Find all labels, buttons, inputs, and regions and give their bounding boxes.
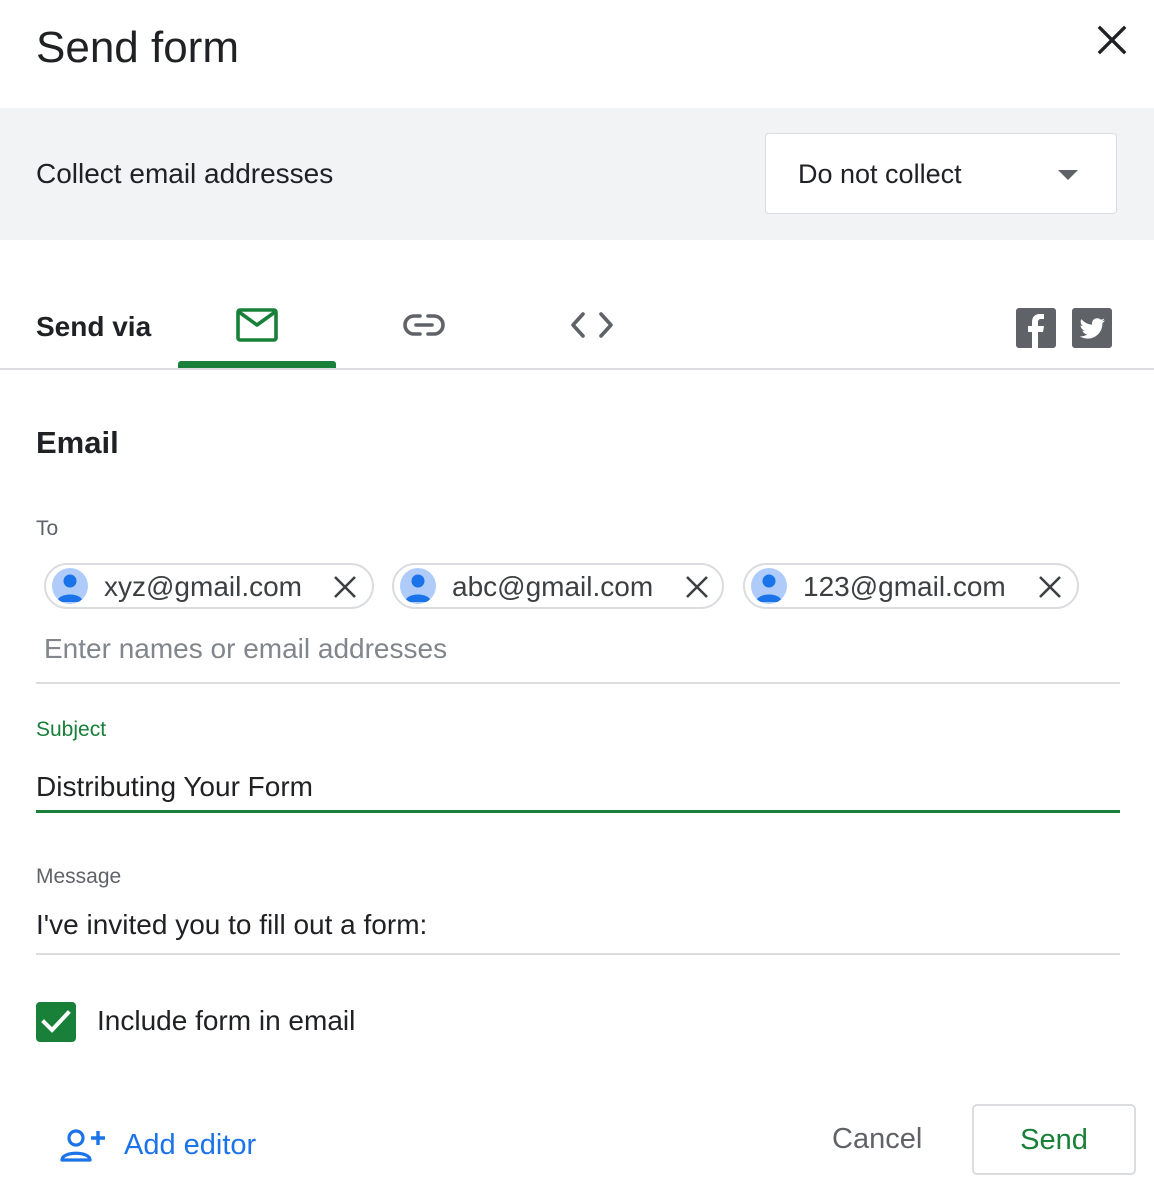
collect-email-dropdown[interactable]: Do not collect xyxy=(765,133,1117,214)
check-icon xyxy=(41,1010,71,1033)
active-tab-indicator xyxy=(178,361,336,368)
include-form-label: Include form in email xyxy=(97,1005,356,1036)
mail-icon xyxy=(236,308,278,342)
send-via-label: Send via xyxy=(36,311,152,342)
remove-recipient-icon[interactable] xyxy=(1037,574,1063,600)
recipient-email: abc@gmail.com xyxy=(452,571,654,602)
close-icon[interactable] xyxy=(1090,20,1134,64)
caret-down-icon xyxy=(1058,170,1078,180)
dialog-title: Send form xyxy=(36,23,239,72)
embed-code-icon xyxy=(571,312,613,338)
message-label: Message xyxy=(36,865,122,888)
add-editor-label: Add editor xyxy=(124,1129,257,1161)
close-button[interactable] xyxy=(1090,20,1134,64)
collect-email-selected: Do not collect xyxy=(798,159,962,189)
recipient-chip[interactable]: abc@gmail.com xyxy=(392,563,724,609)
share-twitter-button[interactable] xyxy=(1072,308,1112,348)
link-icon xyxy=(403,314,445,336)
avatar-icon xyxy=(751,568,787,604)
send-button[interactable]: Send xyxy=(972,1104,1136,1175)
recipient-chip[interactable]: xyz@gmail.com xyxy=(44,563,374,609)
include-form-checkbox[interactable] xyxy=(36,1002,76,1042)
recipient-email: xyz@gmail.com xyxy=(104,571,303,602)
collect-email-label: Collect email addresses xyxy=(36,158,334,189)
subject-input[interactable]: Distributing Your Form xyxy=(36,770,313,804)
avatar-icon xyxy=(52,568,88,604)
tab-email[interactable] xyxy=(178,290,336,368)
add-editor-button[interactable]: Add editor xyxy=(60,1123,280,1169)
message-input[interactable]: I've invited you to fill out a form: xyxy=(36,908,427,942)
twitter-icon xyxy=(1079,318,1105,339)
message-field-underline xyxy=(36,953,1120,955)
remove-recipient-icon[interactable] xyxy=(332,574,358,600)
email-section-heading: Email xyxy=(36,425,119,460)
tabs-divider xyxy=(0,368,1154,370)
tab-embed[interactable] xyxy=(548,290,636,368)
recipient-email: 123@gmail.com xyxy=(803,571,1006,602)
subject-field-underline xyxy=(36,810,1120,813)
avatar-icon xyxy=(400,568,436,604)
tab-link[interactable] xyxy=(380,290,468,368)
send-button-label: Send xyxy=(1020,1124,1088,1156)
to-label: To xyxy=(36,517,59,540)
to-input[interactable]: Enter names or email addresses xyxy=(44,632,447,666)
share-facebook-button[interactable] xyxy=(1016,308,1056,348)
subject-label: Subject xyxy=(36,718,107,741)
facebook-icon xyxy=(1028,314,1044,348)
remove-recipient-icon[interactable] xyxy=(684,574,710,600)
cancel-button[interactable]: Cancel xyxy=(832,1121,922,1157)
add-person-icon xyxy=(60,1129,105,1162)
to-field-underline xyxy=(36,682,1120,684)
recipient-chip[interactable]: 123@gmail.com xyxy=(743,563,1079,609)
